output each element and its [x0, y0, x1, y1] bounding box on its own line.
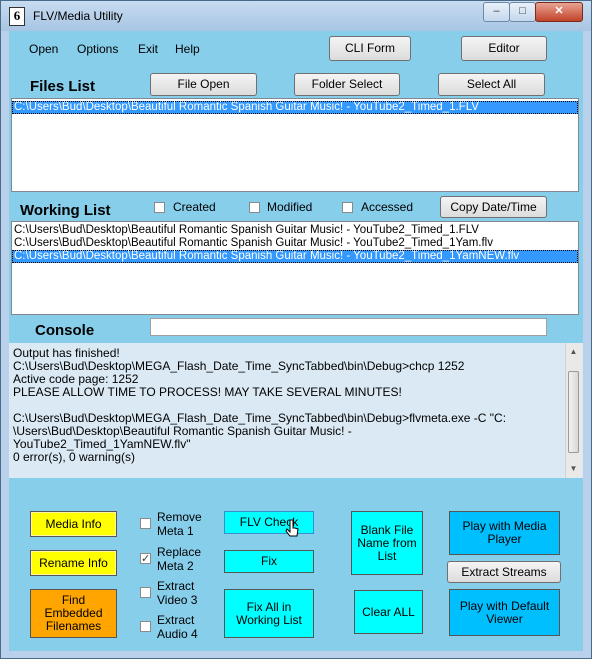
close-button[interactable]: ✕ [535, 2, 583, 22]
console-header: Console [9, 318, 583, 343]
play-media-player-button[interactable]: Play with Media Player [449, 511, 560, 555]
files-panel: Files List File Open Folder Select Selec… [9, 69, 583, 196]
find-embedded-filenames-button[interactable]: Find Embedded Filenames [30, 589, 117, 638]
working-panel: Working List Created Modified Accessed C… [9, 196, 583, 318]
scrollbar-thumb[interactable] [568, 371, 579, 453]
maximize-button[interactable]: □ [509, 2, 536, 22]
fix-all-button[interactable]: Fix All in Working List [224, 589, 314, 638]
remove-meta-checkbox[interactable] [140, 518, 151, 529]
title-bar[interactable]: 6 FLV/Media Utility – □ ✕ [1, 1, 591, 31]
media-info-button[interactable]: Media Info [30, 511, 117, 537]
select-all-button[interactable]: Select All [438, 73, 545, 96]
accessed-label: Accessed [361, 200, 414, 214]
clear-all-button[interactable]: Clear ALL [354, 590, 423, 634]
scroll-down-arrow-icon[interactable]: ▼ [568, 464, 579, 473]
replace-meta-checkbox[interactable]: ✓ [140, 553, 151, 565]
console-scrollbar[interactable]: ▲ ▼ [565, 343, 582, 478]
working-listbox[interactable]: C:\Users\Bud\Desktop\Beautiful Romantic … [11, 221, 579, 315]
working-list-label: Working List [20, 202, 111, 219]
extract-streams-button[interactable]: Extract Streams [447, 561, 561, 583]
mouse-pointer-icon [285, 519, 299, 537]
scroll-up-arrow-icon[interactable]: ▲ [568, 347, 579, 356]
working-list-item[interactable]: C:\Users\Bud\Desktop\Beautiful Romantic … [12, 224, 578, 237]
accessed-checkbox[interactable] [342, 202, 353, 213]
console-label: Console [35, 322, 95, 339]
replace-meta-label: Replace Meta 2 [157, 545, 202, 573]
copy-date-time-button[interactable]: Copy Date/Time [440, 196, 547, 218]
extract-audio-label: Extract Audio 4 [157, 613, 198, 641]
console-input[interactable] [150, 318, 547, 336]
file-open-button[interactable]: File Open [150, 73, 257, 96]
remove-meta-label: Remove Meta 1 [157, 510, 202, 538]
files-list-item[interactable]: C:\Users\Bud\Desktop\Beautiful Romantic … [12, 101, 578, 114]
files-listbox[interactable]: C:\Users\Bud\Desktop\Beautiful Romantic … [11, 98, 579, 192]
app-window: 6 FLV/Media Utility – □ ✕ Open Options E… [0, 0, 592, 659]
fix-button[interactable]: Fix [224, 550, 314, 573]
client-area: Open Options Exit Help CLI Form Editor F… [9, 31, 583, 651]
console-line: 0 error(s), 0 warning(s) [13, 450, 136, 464]
menu-bar: Open Options Exit Help CLI Form Editor [9, 31, 583, 69]
created-checkbox[interactable] [154, 202, 165, 213]
working-list-item[interactable]: C:\Users\Bud\Desktop\Beautiful Romantic … [12, 250, 578, 263]
blank-file-name-button[interactable]: Blank File Name from List [351, 511, 423, 575]
console-line: PLEASE ALLOW TIME TO PROCESS! MAY TAKE S… [13, 385, 402, 399]
extract-video-label: Extract Video 3 [157, 579, 198, 607]
actions-panel: Media Info Rename Info Find Embedded Fil… [9, 478, 583, 651]
created-label: Created [173, 200, 216, 214]
rename-info-button[interactable]: Rename Info [30, 550, 117, 576]
play-default-viewer-button[interactable]: Play with Default Viewer [449, 589, 560, 636]
app-icon: 6 [9, 7, 25, 26]
files-list-label: Files List [30, 78, 96, 95]
editor-button[interactable]: Editor [461, 36, 547, 61]
find-embedded-line: Filenames [45, 619, 102, 633]
working-list-item[interactable]: C:\Users\Bud\Desktop\Beautiful Romantic … [12, 237, 578, 250]
modified-label: Modified [267, 200, 313, 214]
menu-help[interactable]: Help [175, 42, 200, 56]
menu-options[interactable]: Options [77, 42, 118, 56]
folder-select-button[interactable]: Folder Select [294, 73, 400, 96]
minimize-button[interactable]: – [483, 2, 510, 22]
menu-exit[interactable]: Exit [138, 42, 158, 56]
menu-open[interactable]: Open [29, 42, 58, 56]
window-title: FLV/Media Utility [33, 9, 123, 23]
modified-checkbox[interactable] [249, 202, 260, 213]
cli-form-button[interactable]: CLI Form [329, 36, 411, 61]
extract-video-checkbox[interactable] [140, 587, 151, 598]
console-output[interactable]: Output has finished! C:\Users\Bud\Deskto… [9, 343, 583, 478]
extract-audio-checkbox[interactable] [140, 621, 151, 632]
